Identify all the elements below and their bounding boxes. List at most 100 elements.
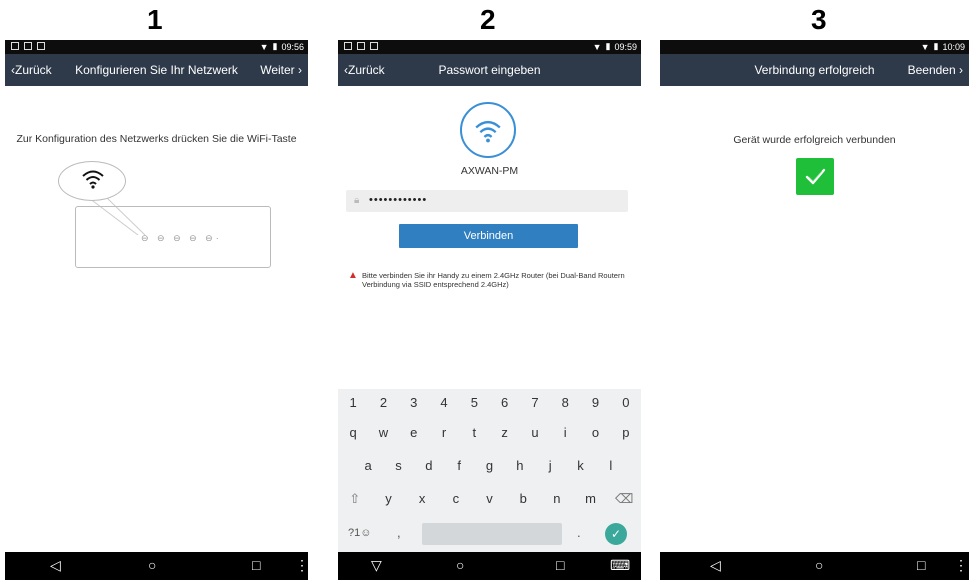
keyboard-row-2: a s d f g h j k l — [353, 458, 626, 473]
back-triangle-icon[interactable]: ◁ — [710, 557, 721, 574]
step-number-3: 3 — [811, 4, 827, 35]
symbols-key[interactable]: ?1☺ — [348, 527, 371, 539]
key[interactable]: s — [383, 458, 413, 473]
router-device: ⊖ ⊖ ⊖ ⊖ ⊖· — [75, 206, 271, 268]
router-leds: ⊖ ⊖ ⊖ ⊖ ⊖· — [141, 233, 222, 243]
key[interactable]: 0 — [611, 395, 641, 410]
key[interactable]: m — [574, 491, 608, 507]
onscreen-keyboard: 1 2 3 4 5 6 7 8 9 0 q w e r t z u i o p … — [338, 389, 641, 552]
wifi-button-callout — [58, 161, 126, 201]
backspace-icon[interactable]: ⌫ — [607, 491, 641, 507]
key[interactable]: b — [506, 491, 540, 507]
key[interactable]: l — [596, 458, 626, 473]
success-message: Gerät wurde erfolgreich verbunden — [733, 134, 896, 146]
home-circle-icon[interactable]: ○ — [148, 557, 156, 573]
key[interactable]: 4 — [429, 395, 459, 410]
key[interactable]: e — [399, 425, 429, 440]
keyboard-icon[interactable]: ⌨ — [610, 557, 630, 574]
status-bar: ▼ ▮ 09:59 — [338, 40, 641, 54]
warning-icon: ▲ — [348, 270, 358, 281]
phone-screen-3: ▼ ▮ 10:09 Verbindung erfolgreich Beenden… — [660, 40, 969, 580]
wifi-icon — [475, 120, 501, 143]
shift-icon[interactable]: ⇧ — [338, 491, 372, 507]
comma-key[interactable]: , — [397, 525, 401, 540]
app-bar: Verbindung erfolgreich Beenden › — [660, 54, 969, 86]
phone-screen-2: ▼ ▮ 09:59 ‹Zurück Passwort eingeben AXWA… — [338, 40, 641, 580]
home-circle-icon[interactable]: ○ — [815, 557, 823, 573]
lock-icon: 🔒︎ — [354, 195, 360, 206]
key[interactable]: z — [489, 425, 519, 440]
menu-dots-icon[interactable]: ⋮ — [295, 557, 308, 574]
key[interactable]: a — [353, 458, 383, 473]
wifi-circle-icon — [460, 102, 516, 158]
key[interactable]: d — [414, 458, 444, 473]
period-key[interactable]: . — [577, 525, 581, 540]
key[interactable]: o — [580, 425, 610, 440]
key[interactable]: 9 — [580, 395, 610, 410]
status-time: 09:59 — [614, 41, 637, 52]
key[interactable]: q — [338, 425, 368, 440]
key[interactable]: j — [535, 458, 565, 473]
battery-icon: ▮ — [933, 41, 939, 51]
key[interactable]: y — [372, 491, 406, 507]
phone-screen-1: ▼ ▮ 09:56 ‹Zurück Konfigurieren Sie Ihr … — [5, 40, 308, 580]
key[interactable]: 7 — [520, 395, 550, 410]
checkmark-icon — [805, 168, 826, 185]
connect-button[interactable]: Verbinden — [399, 224, 578, 248]
warning-message: ▲ Bitte verbinden Sie ihr Handy zu einem… — [348, 270, 633, 290]
key[interactable]: x — [405, 491, 439, 507]
menu-dots-icon[interactable]: ⋮ — [954, 557, 968, 574]
step-number-1: 1 — [147, 4, 163, 35]
spacebar[interactable] — [422, 523, 562, 545]
password-value: •••••••••••• — [369, 194, 428, 206]
key[interactable]: n — [540, 491, 574, 507]
key[interactable]: r — [429, 425, 459, 440]
recent-square-icon[interactable]: □ — [917, 557, 925, 573]
status-time: 10:09 — [942, 41, 965, 52]
key[interactable]: i — [550, 425, 580, 440]
keyboard-row-1: q w e r t z u i o p — [338, 425, 641, 440]
wifi-signal-icon: ▼ — [920, 41, 930, 52]
finish-label: Beenden — [907, 63, 956, 77]
key[interactable]: 2 — [368, 395, 398, 410]
key[interactable]: 3 — [399, 395, 429, 410]
wifi-icon — [82, 170, 104, 189]
key[interactable]: p — [611, 425, 641, 440]
key[interactable]: u — [520, 425, 550, 440]
keyboard-row-3: ⇧ y x c v b n m ⌫ — [338, 491, 641, 507]
success-check-icon — [796, 158, 834, 195]
key[interactable]: 6 — [489, 395, 519, 410]
key[interactable]: c — [439, 491, 473, 507]
system-nav-bar: ▽ ○ □ ⌨ — [338, 552, 641, 580]
enter-check-icon[interactable]: ✓ — [605, 523, 627, 545]
system-nav-bar: ◁ ○ □ ⋮ — [660, 552, 969, 580]
key[interactable]: f — [444, 458, 474, 473]
system-nav-bar: ◁ ○ □ ⋮ — [5, 552, 308, 580]
notification-icons — [344, 42, 378, 50]
page-title: Passwort eingeben — [438, 63, 541, 77]
key[interactable]: 8 — [550, 395, 580, 410]
status-bar: ▼ ▮ 10:09 — [660, 40, 969, 54]
key[interactable]: g — [474, 458, 504, 473]
keyboard-number-row: 1 2 3 4 5 6 7 8 9 0 — [338, 395, 641, 410]
network-ssid: AXWAN-PM — [460, 165, 519, 177]
home-circle-icon[interactable]: ○ — [456, 557, 464, 573]
key[interactable]: 1 — [338, 395, 368, 410]
key[interactable]: h — [505, 458, 535, 473]
key[interactable]: v — [473, 491, 507, 507]
back-chevron-icon[interactable]: ▽ — [371, 557, 382, 574]
key[interactable]: t — [459, 425, 489, 440]
step-number-2: 2 — [480, 4, 496, 35]
warning-text: Bitte verbinden Sie ihr Handy zu einem 2… — [362, 271, 625, 289]
finish-button[interactable]: Beenden › — [908, 63, 963, 77]
back-triangle-icon[interactable]: ◁ — [50, 557, 61, 574]
password-field[interactable]: 🔒︎ •••••••••••• — [346, 190, 628, 212]
key[interactable]: k — [565, 458, 595, 473]
key[interactable]: w — [368, 425, 398, 440]
key[interactable]: 5 — [459, 395, 489, 410]
recent-square-icon[interactable]: □ — [252, 557, 260, 573]
battery-icon: ▮ — [605, 41, 611, 51]
app-bar: ‹Zurück Passwort eingeben — [338, 54, 641, 86]
wifi-signal-icon: ▼ — [592, 41, 602, 52]
recent-square-icon[interactable]: □ — [556, 557, 564, 573]
